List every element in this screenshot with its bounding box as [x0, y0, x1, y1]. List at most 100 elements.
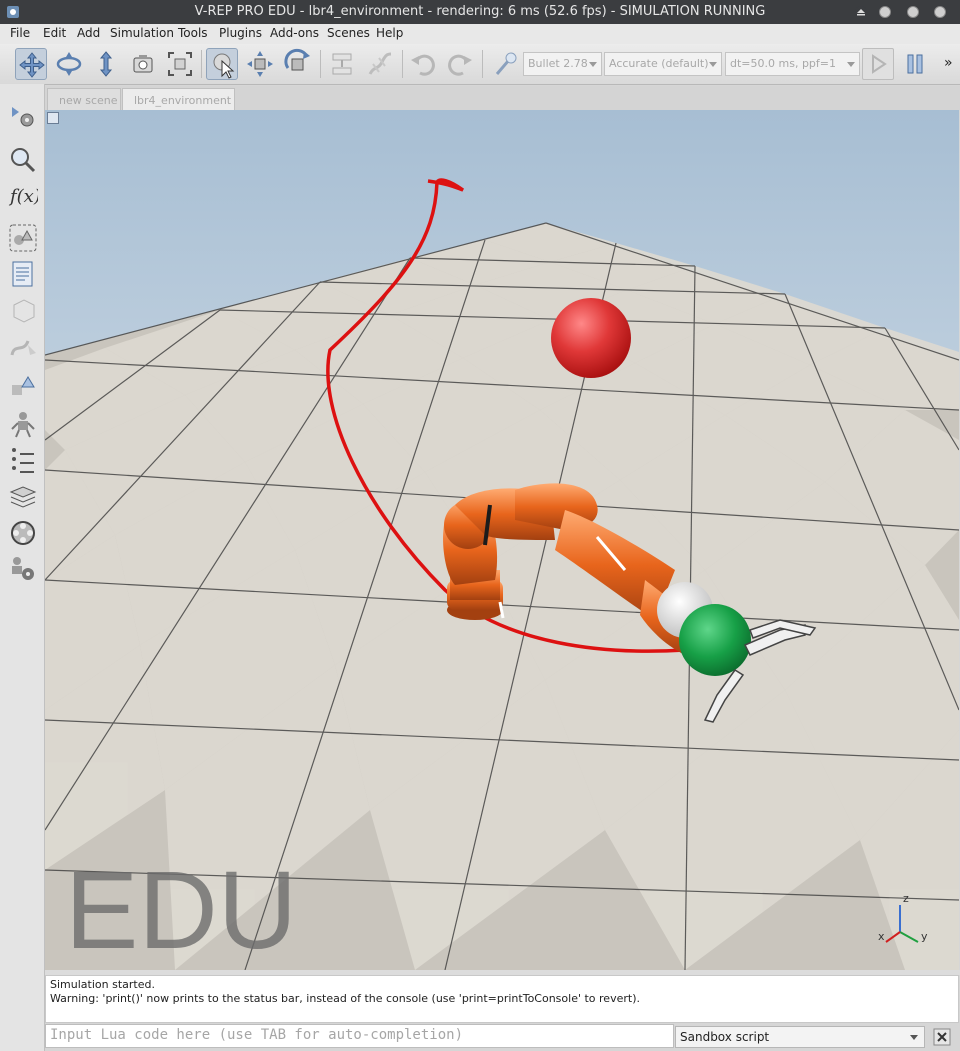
scene-hierarchy-button[interactable]: [8, 103, 38, 133]
script-selector-value: Sandbox script: [680, 1030, 770, 1044]
scripts-icon: [12, 261, 33, 287]
object-shift-button[interactable]: [244, 48, 276, 80]
collections-button[interactable]: [8, 223, 38, 253]
video-recorder-button[interactable]: [8, 518, 38, 548]
camera-shift-icon: [99, 51, 113, 77]
tip-sphere[interactable]: [679, 604, 751, 676]
video-layers-button[interactable]: [8, 482, 38, 512]
script-selector[interactable]: Sandbox script: [675, 1026, 925, 1048]
main-toolbar: Bullet 2.78 Accurate (default) dt=50.0 m…: [0, 44, 960, 85]
calculation-modules-button[interactable]: f(x): [8, 180, 41, 210]
close-command-button[interactable]: [933, 1028, 951, 1046]
tab-new-scene[interactable]: new scene: [47, 88, 121, 110]
window-titlebar: V-REP PRO EDU - lbr4_environment - rende…: [0, 0, 960, 24]
accuracy-select[interactable]: Accurate (default): [604, 52, 722, 76]
dynamics-toggle-button[interactable]: [489, 48, 521, 80]
menu-help[interactable]: Help: [376, 26, 403, 40]
camera-rotate-button[interactable]: [53, 48, 85, 80]
axis-y-label: y: [921, 930, 928, 943]
path-edit-button[interactable]: [8, 331, 38, 361]
shapes-edit-button[interactable]: [8, 295, 38, 325]
play-icon: [872, 54, 887, 74]
assemble-button[interactable]: [326, 48, 358, 80]
window-title: V-REP PRO EDU - lbr4_environment - rende…: [194, 4, 766, 19]
menu-add[interactable]: Add: [77, 26, 100, 40]
minimize-button[interactable]: [879, 6, 891, 18]
window-menu-icon: [857, 9, 865, 16]
camera-angle-button[interactable]: [127, 48, 159, 80]
window-menu-button[interactable]: [855, 6, 867, 18]
menu-edit[interactable]: Edit: [43, 26, 66, 40]
redo-icon: [448, 54, 472, 76]
view-selector-button[interactable]: [47, 112, 59, 124]
close-window-button[interactable]: [934, 6, 946, 18]
scene-tabs: new scene lbr4_environment: [45, 86, 960, 110]
model-browser-icon: [11, 148, 36, 173]
tab-lbr4-environment[interactable]: lbr4_environment: [122, 88, 235, 110]
selection-button[interactable]: [8, 373, 38, 403]
menu-plugins[interactable]: Plugins: [219, 26, 262, 40]
timestep-select[interactable]: dt=50.0 ms, ppf=1: [725, 52, 860, 76]
axis-z-label: z: [903, 892, 909, 905]
left-toolbar: f(x): [0, 84, 45, 1051]
status-line-2: Warning: 'print()' now prints to the sta…: [50, 992, 640, 1005]
video-recorder-icon: [9, 486, 37, 508]
object-rotate-icon: [284, 48, 310, 71]
settings-button[interactable]: [8, 554, 38, 584]
camera-rotate-icon: [56, 52, 82, 76]
layers-button[interactable]: [8, 445, 38, 475]
model-browser-button[interactable]: [8, 145, 38, 175]
collections-icon: [9, 224, 37, 252]
menu-tools[interactable]: Tools: [178, 26, 208, 40]
transfer-dna-icon: [368, 52, 392, 75]
object-shift-icon: [247, 51, 273, 77]
status-line-1: Simulation started.: [50, 978, 155, 991]
play-button[interactable]: [862, 48, 894, 80]
camera-pan-icon: [19, 52, 45, 78]
transfer-dna-button[interactable]: [364, 48, 396, 80]
pause-icon: [907, 54, 923, 74]
object-rotate-button[interactable]: [282, 48, 314, 80]
undo-button[interactable]: [407, 48, 439, 80]
click-select-icon: [213, 53, 235, 79]
svg-text:f(x): f(x): [8, 186, 38, 207]
camera-fit-icon: [168, 52, 192, 76]
scripts-button[interactable]: [8, 259, 38, 289]
lua-command-input[interactable]: Input Lua code here (use TAB for auto-co…: [45, 1024, 674, 1048]
scene-render[interactable]: EDU z y x: [45, 110, 959, 970]
undo-icon: [411, 54, 435, 76]
pause-button[interactable]: [899, 48, 931, 80]
menu-addons[interactable]: Add-ons: [270, 26, 319, 40]
edu-watermark: EDU: [65, 849, 297, 970]
engine-select[interactable]: Bullet 2.78: [523, 52, 602, 76]
menu-bar: File Edit Add Simulation Tools Plugins A…: [0, 24, 960, 44]
menu-scenes[interactable]: Scenes: [327, 26, 370, 40]
maximize-button[interactable]: [907, 6, 919, 18]
accuracy-value: Accurate (default): [609, 57, 709, 70]
calculation-modules-icon: f(x): [8, 186, 41, 207]
menu-simulation[interactable]: Simulation: [110, 26, 174, 40]
selection-icon: [12, 376, 35, 395]
settings-icon: [12, 557, 34, 580]
scene-viewport[interactable]: EDU z y x: [45, 110, 959, 970]
layers-icon: [12, 448, 34, 473]
camera-pan-button[interactable]: [15, 48, 47, 80]
click-select-button[interactable]: [206, 48, 238, 80]
close-icon: [933, 1028, 951, 1046]
assemble-icon: [332, 53, 352, 75]
timestep-value: dt=50.0 ms, ppf=1: [730, 57, 836, 70]
dynamics-toggle-icon: [495, 52, 517, 75]
menu-file[interactable]: File: [10, 26, 30, 40]
engine-value: Bullet 2.78: [528, 57, 588, 70]
redo-button[interactable]: [444, 48, 476, 80]
user-settings-icon: [11, 412, 35, 438]
axis-x-label: x: [878, 930, 885, 943]
camera-fit-button[interactable]: [164, 48, 196, 80]
user-settings-button[interactable]: [8, 409, 38, 439]
camera-angle-icon: [133, 55, 153, 73]
toolbar-overflow-button[interactable]: »: [944, 55, 953, 71]
target-sphere[interactable]: [551, 298, 631, 378]
camera-shift-button[interactable]: [90, 48, 122, 80]
scene-hierarchy-icon: [12, 107, 34, 127]
status-bar: Simulation started. Warning: 'print()' n…: [45, 975, 959, 1023]
